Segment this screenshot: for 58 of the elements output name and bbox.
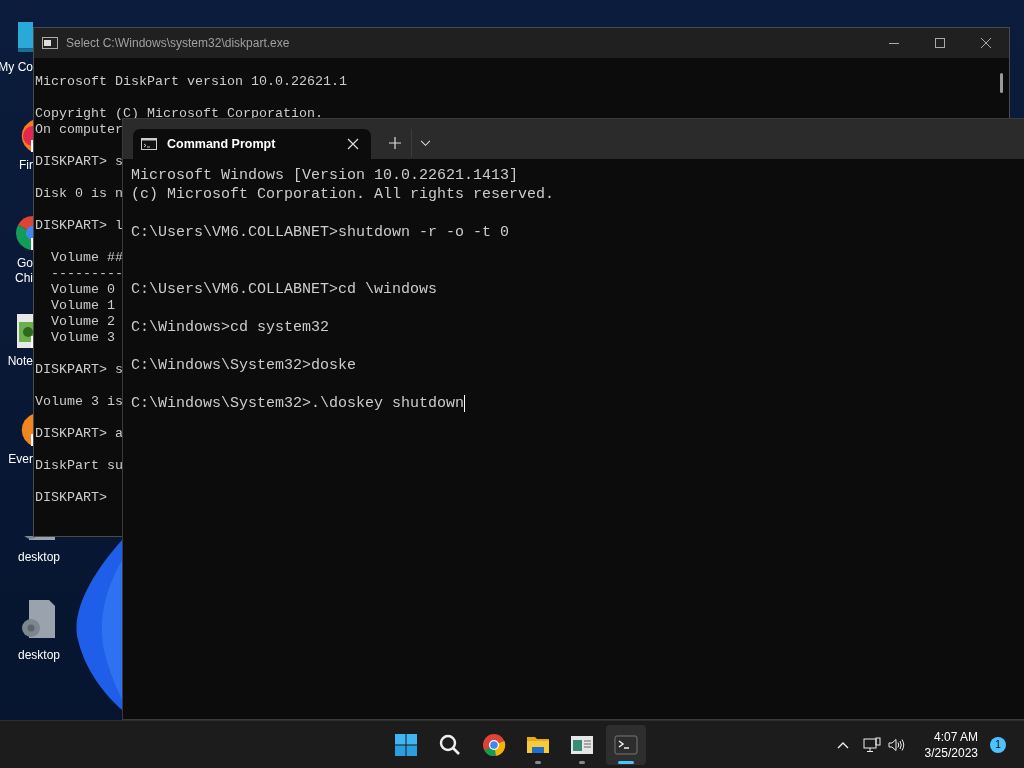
icon-label[interactable]: My Co	[0, 60, 33, 75]
console-line: C:\Users\VM6.COLLABNET>shutdown -r -o -t 0	[131, 223, 510, 242]
console-icon	[141, 138, 157, 150]
console-line: DISKPART> s	[35, 362, 123, 378]
console-icon	[42, 37, 58, 49]
icon-label[interactable]: Chi	[15, 271, 33, 286]
clock-date: 3/25/2023	[924, 744, 978, 761]
console-line: Volume 1	[50, 298, 115, 314]
console-line: C:\Windows\System32>.\doskey shutdown	[131, 394, 465, 413]
scrollbar-thumb[interactable]	[1000, 73, 1003, 93]
terminal-tab[interactable]: Command Prompt	[133, 129, 371, 159]
icon-label[interactable]: desktop	[18, 648, 60, 663]
console-line: C:\Users\VM6.COLLABNET>cd \windows	[131, 280, 438, 299]
console-line: C:\Windows\System32>doske	[131, 356, 357, 375]
maximize-icon	[935, 38, 945, 48]
icon-label[interactable]: Fir	[19, 158, 33, 173]
console-line: Volume 3	[50, 330, 115, 346]
taskbar-button[interactable]	[606, 724, 646, 765]
plus-icon	[388, 136, 402, 150]
console-line: ---------	[50, 266, 123, 282]
console-line: Volume 0	[50, 282, 115, 298]
search-icon	[438, 732, 462, 757]
app-icon[interactable]	[16, 216, 33, 250]
console-line: Volume 3 is	[35, 394, 123, 410]
console-line: DISKPART> a	[35, 426, 123, 442]
console-line: Volume 2	[50, 314, 115, 330]
console-line: (c) Microsoft Corporation. All rights reserved.	[131, 185, 555, 204]
icon-label[interactable]: Go	[17, 256, 33, 271]
console-line: DISKPART> s	[35, 154, 123, 170]
close-icon	[347, 138, 359, 150]
network-icon	[862, 736, 881, 753]
console-line: DISKPART>	[35, 490, 107, 506]
clock[interactable]: 4:07 AM 3/25/2023	[924, 728, 978, 761]
console-line: Microsoft DiskPart version 10.0.22621.1	[35, 74, 347, 90]
chevron-up-icon	[836, 740, 849, 749]
monitor-icon[interactable]	[18, 20, 33, 54]
browser-icon	[482, 732, 506, 757]
console-line: On computer	[35, 122, 123, 138]
tab-label[interactable]: Command Prompt	[167, 134, 276, 154]
terminal-icon	[614, 732, 638, 757]
console-line: DiskPart su	[35, 458, 123, 474]
close-icon	[981, 38, 991, 48]
clock-time: 4:07 AM	[933, 728, 978, 745]
start-icon	[394, 732, 418, 757]
speaker-icon	[886, 736, 905, 753]
minimize-icon	[889, 42, 899, 44]
console-line: Microsoft Windows [Version 10.0.22621.1413]	[131, 166, 519, 185]
notepad-icon[interactable]	[16, 314, 33, 348]
console-line: DISKPART> l	[35, 218, 123, 234]
notification-badge[interactable]: 1	[990, 736, 1006, 753]
chevron-down-icon	[420, 139, 431, 147]
icon-label[interactable]: Ever	[8, 452, 33, 467]
console-line: C:\Windows>cd system32	[131, 318, 330, 337]
console-line: Volume ##	[50, 250, 123, 266]
window-title: Select C:\Windows\system32\diskpart.exe	[66, 35, 290, 52]
icon-label[interactable]: desktop	[18, 550, 60, 565]
icon-label[interactable]: Note	[7, 354, 33, 369]
console-line: Disk 0 is n	[35, 186, 123, 202]
